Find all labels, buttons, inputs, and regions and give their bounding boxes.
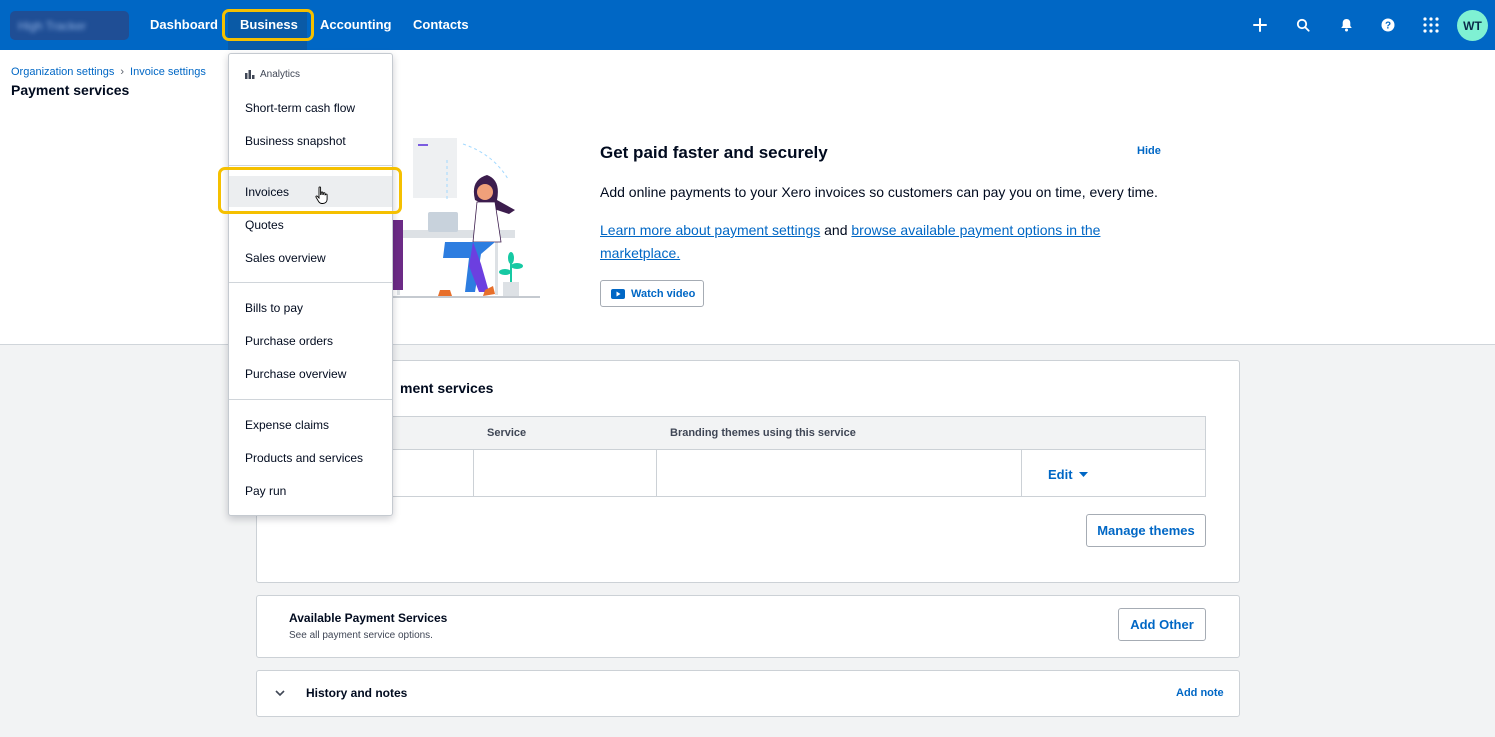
menu-divider (229, 282, 392, 283)
breadcrumb-separator: › (120, 66, 125, 78)
history-and-notes-title[interactable]: History and notes (306, 686, 407, 700)
add-other-button[interactable]: Add Other (1118, 608, 1206, 641)
menu-divider (229, 165, 392, 166)
analytics-label: Analytics (260, 69, 301, 80)
menu-item-sales-overview[interactable]: Sales overview (245, 251, 326, 265)
watch-video-label: Watch video (631, 287, 696, 300)
hand-cursor-icon (314, 186, 330, 210)
available-payment-services-card (256, 595, 1240, 658)
bar-chart-icon (245, 70, 255, 79)
nav-business-highlight (222, 9, 314, 41)
edit-label: Edit (1048, 467, 1073, 482)
promo-links: Learn more about payment settings and br… (600, 219, 1120, 265)
menu-item-invoices-highlight (218, 167, 402, 214)
breadcrumb: Organization settings › Invoice settings (11, 66, 206, 78)
column-service: Service (487, 427, 527, 439)
menu-item-bills-to-pay[interactable]: Bills to pay (245, 301, 303, 315)
column-divider (656, 450, 657, 497)
payment-illustration (385, 130, 545, 307)
available-payment-services-subtitle: See all payment service options. (289, 630, 433, 641)
video-play-icon (611, 288, 625, 299)
menu-item-short-term-cash-flow[interactable]: Short-term cash flow (245, 101, 355, 115)
analytics-section-label: Analytics (245, 69, 300, 80)
column-divider (1021, 450, 1022, 497)
payment-services-card-title: ment services (400, 380, 494, 396)
breadcrumb-organization-settings[interactable]: Organization settings (11, 66, 114, 78)
add-note-button[interactable]: Add note (1176, 687, 1224, 699)
hide-promo-button[interactable]: Hide (1137, 145, 1161, 157)
bell-icon[interactable] (1334, 13, 1358, 37)
caret-down-icon (1078, 472, 1088, 477)
chevron-down-icon[interactable] (274, 686, 286, 704)
promo-title: Get paid faster and securely (600, 143, 828, 162)
organization-name: High Tracker (18, 19, 87, 33)
menu-item-pay-run[interactable]: Pay run (245, 484, 286, 498)
nav-dashboard[interactable]: Dashboard (150, 17, 218, 32)
menu-item-products-and-services[interactable]: Products and services (245, 451, 363, 465)
menu-item-purchase-overview[interactable]: Purchase overview (245, 367, 346, 381)
plus-icon[interactable] (1248, 13, 1272, 37)
watch-video-button[interactable]: Watch video (600, 280, 704, 307)
column-divider (473, 450, 474, 497)
user-avatar[interactable]: WT (1457, 10, 1488, 41)
breadcrumb-invoice-settings[interactable]: Invoice settings (130, 66, 206, 78)
learn-more-payment-settings-link[interactable]: Learn more about payment settings (600, 222, 820, 238)
menu-item-business-snapshot[interactable]: Business snapshot (245, 134, 346, 148)
menu-item-quotes[interactable]: Quotes (245, 218, 284, 232)
organization-switcher[interactable]: High Tracker (10, 11, 129, 40)
help-icon[interactable]: ? (1376, 13, 1400, 37)
page-title: Payment services (11, 82, 130, 98)
apps-grid-icon[interactable] (1419, 13, 1443, 37)
business-dropdown-menu (228, 53, 393, 516)
edit-dropdown-button[interactable]: Edit (1048, 467, 1088, 482)
promo-link-joiner: and (820, 222, 852, 238)
manage-themes-button[interactable]: Manage themes (1086, 514, 1206, 547)
available-payment-services-title: Available Payment Services (289, 611, 448, 625)
search-icon[interactable] (1291, 13, 1315, 37)
menu-item-purchase-orders[interactable]: Purchase orders (245, 334, 333, 348)
menu-divider (229, 399, 392, 400)
nav-contacts[interactable]: Contacts (413, 17, 469, 32)
menu-item-expense-claims[interactable]: Expense claims (245, 418, 329, 432)
promo-description: Add online payments to your Xero invoice… (600, 184, 1158, 200)
svg-text:?: ? (1385, 21, 1391, 32)
column-branding-themes: Branding themes using this service (670, 427, 856, 439)
nav-accounting[interactable]: Accounting (320, 17, 392, 32)
